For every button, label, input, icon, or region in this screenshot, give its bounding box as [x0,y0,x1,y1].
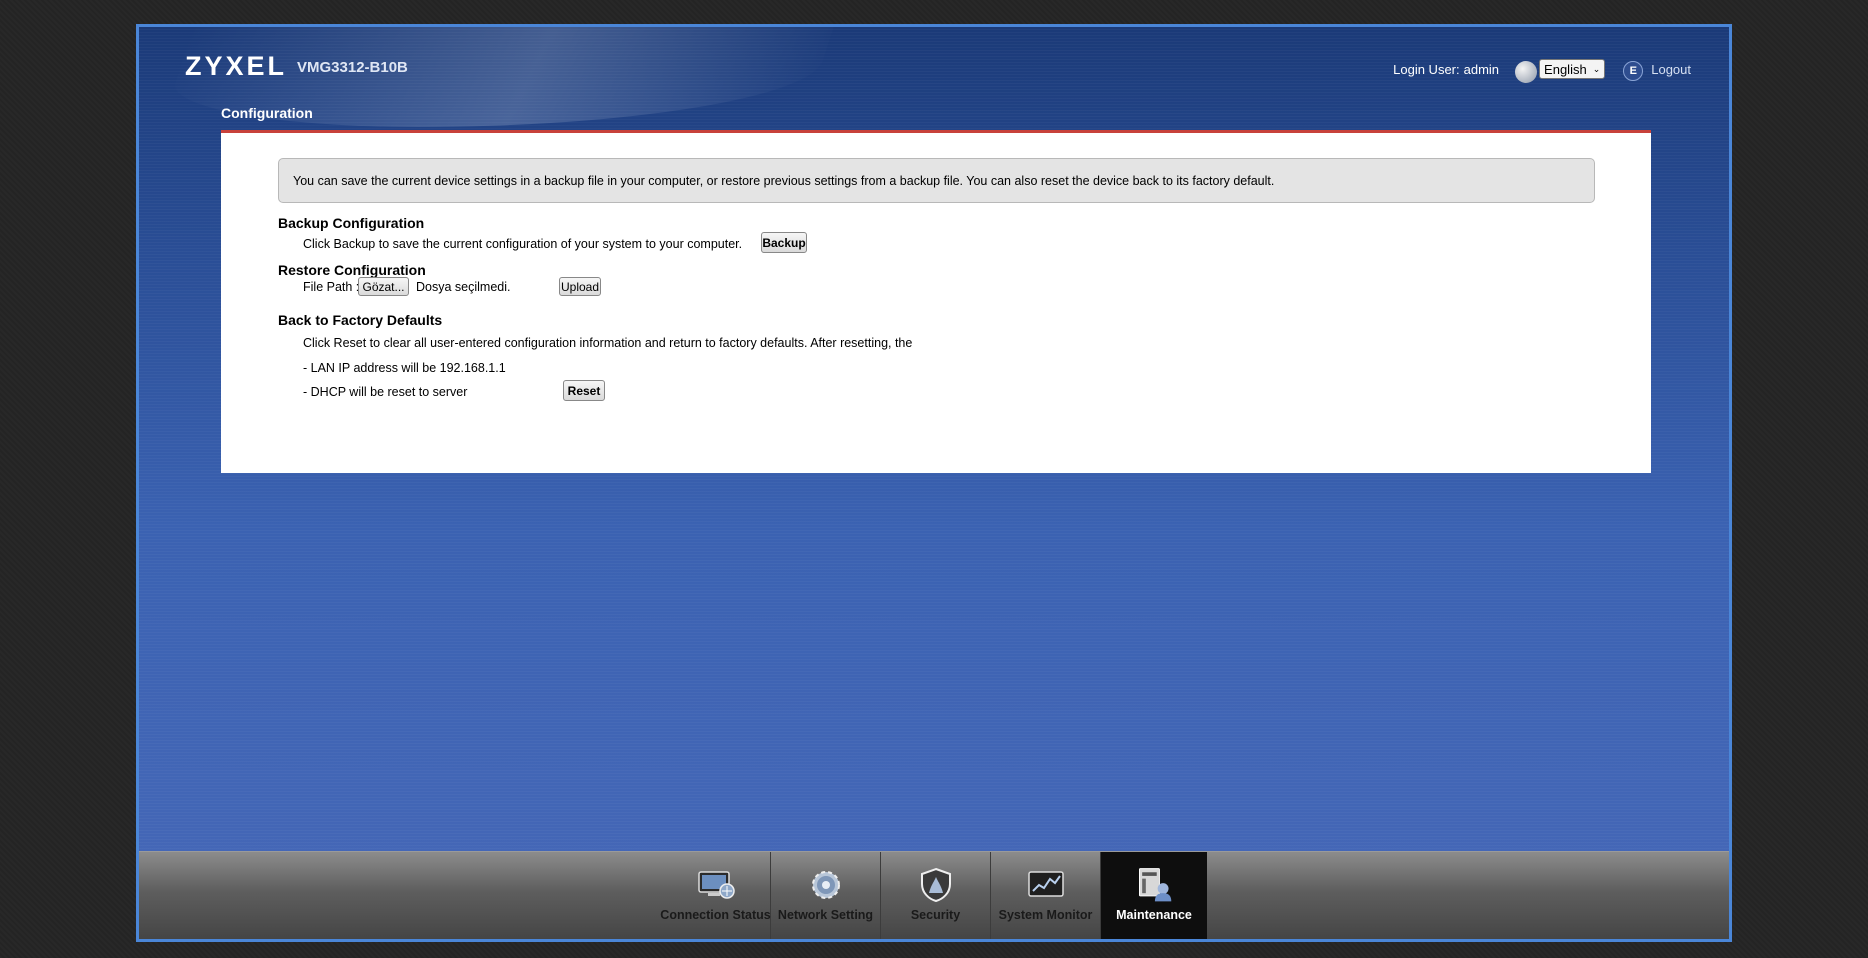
zyxel-logo: ZYXEL [185,51,288,81]
nav-label: Maintenance [1116,908,1192,922]
browse-file-button[interactable]: Gözat... [358,277,409,296]
backup-button[interactable]: Backup [761,232,807,253]
restore-section-title: Restore Configuration [278,262,426,278]
nav-security[interactable]: Security [881,852,991,939]
language-select-value: English [1544,61,1587,77]
security-shield-icon [916,867,956,903]
nav-label: System Monitor [998,908,1093,922]
backup-description: Click Backup to save the current configu… [303,237,743,251]
device-model: VMG3312-B10B [297,59,408,76]
nav-label: Connection Status [660,908,771,922]
configuration-panel: You can save the current device settings… [221,133,1651,473]
login-user-name: admin [1463,61,1500,77]
maintenance-icon [1134,868,1174,902]
logout-icon[interactable]: E [1623,61,1644,81]
backup-section-title: Backup Configuration [278,215,425,231]
reset-button[interactable]: Reset [563,380,605,401]
nav-system-monitor[interactable]: System Monitor [991,852,1101,939]
page-title: Configuration [221,105,313,121]
nav-network-setting[interactable]: Network Setting [771,852,881,939]
file-status-text: Dosya seçilmedi. [416,280,511,294]
upload-button[interactable]: Upload [559,277,601,296]
factory-lan-ip-note: - LAN IP address will be 192.168.1.1 [303,361,506,375]
network-setting-icon [806,868,846,902]
nav-maintenance[interactable]: Maintenance [1101,852,1207,939]
router-admin-frame: ZYXEL VMG3312-B10B Login User: admin Eng… [136,24,1732,942]
nav-connection-status[interactable]: Connection Status [660,852,771,939]
language-select[interactable]: English ⌄ [1539,59,1606,79]
info-message: You can save the current device settings… [278,158,1595,203]
factory-description: Click Reset to clear all user-entered co… [303,336,913,350]
connection-status-icon [696,868,736,902]
login-user-label: Login User: [1393,61,1460,77]
nav-label: Network Setting [777,908,874,922]
bottom-navigation-bar: Connection Status Network Setting Securi… [139,851,1729,939]
header-user-area: Login User: admin English ⌄ E Logout [1393,55,1691,83]
factory-dhcp-note: - DHCP will be reset to server [303,385,468,399]
nav-label: Security [910,908,961,922]
chevron-down-icon: ⌄ [1592,63,1601,74]
logout-link[interactable]: Logout [1651,62,1691,77]
system-monitor-icon [1026,868,1066,902]
factory-section-title: Back to Factory Defaults [278,312,443,328]
main-nav: Connection Status Network Setting Securi… [660,852,1207,939]
language-globe-icon [1515,61,1538,83]
file-path-label: File Path : [303,280,360,294]
